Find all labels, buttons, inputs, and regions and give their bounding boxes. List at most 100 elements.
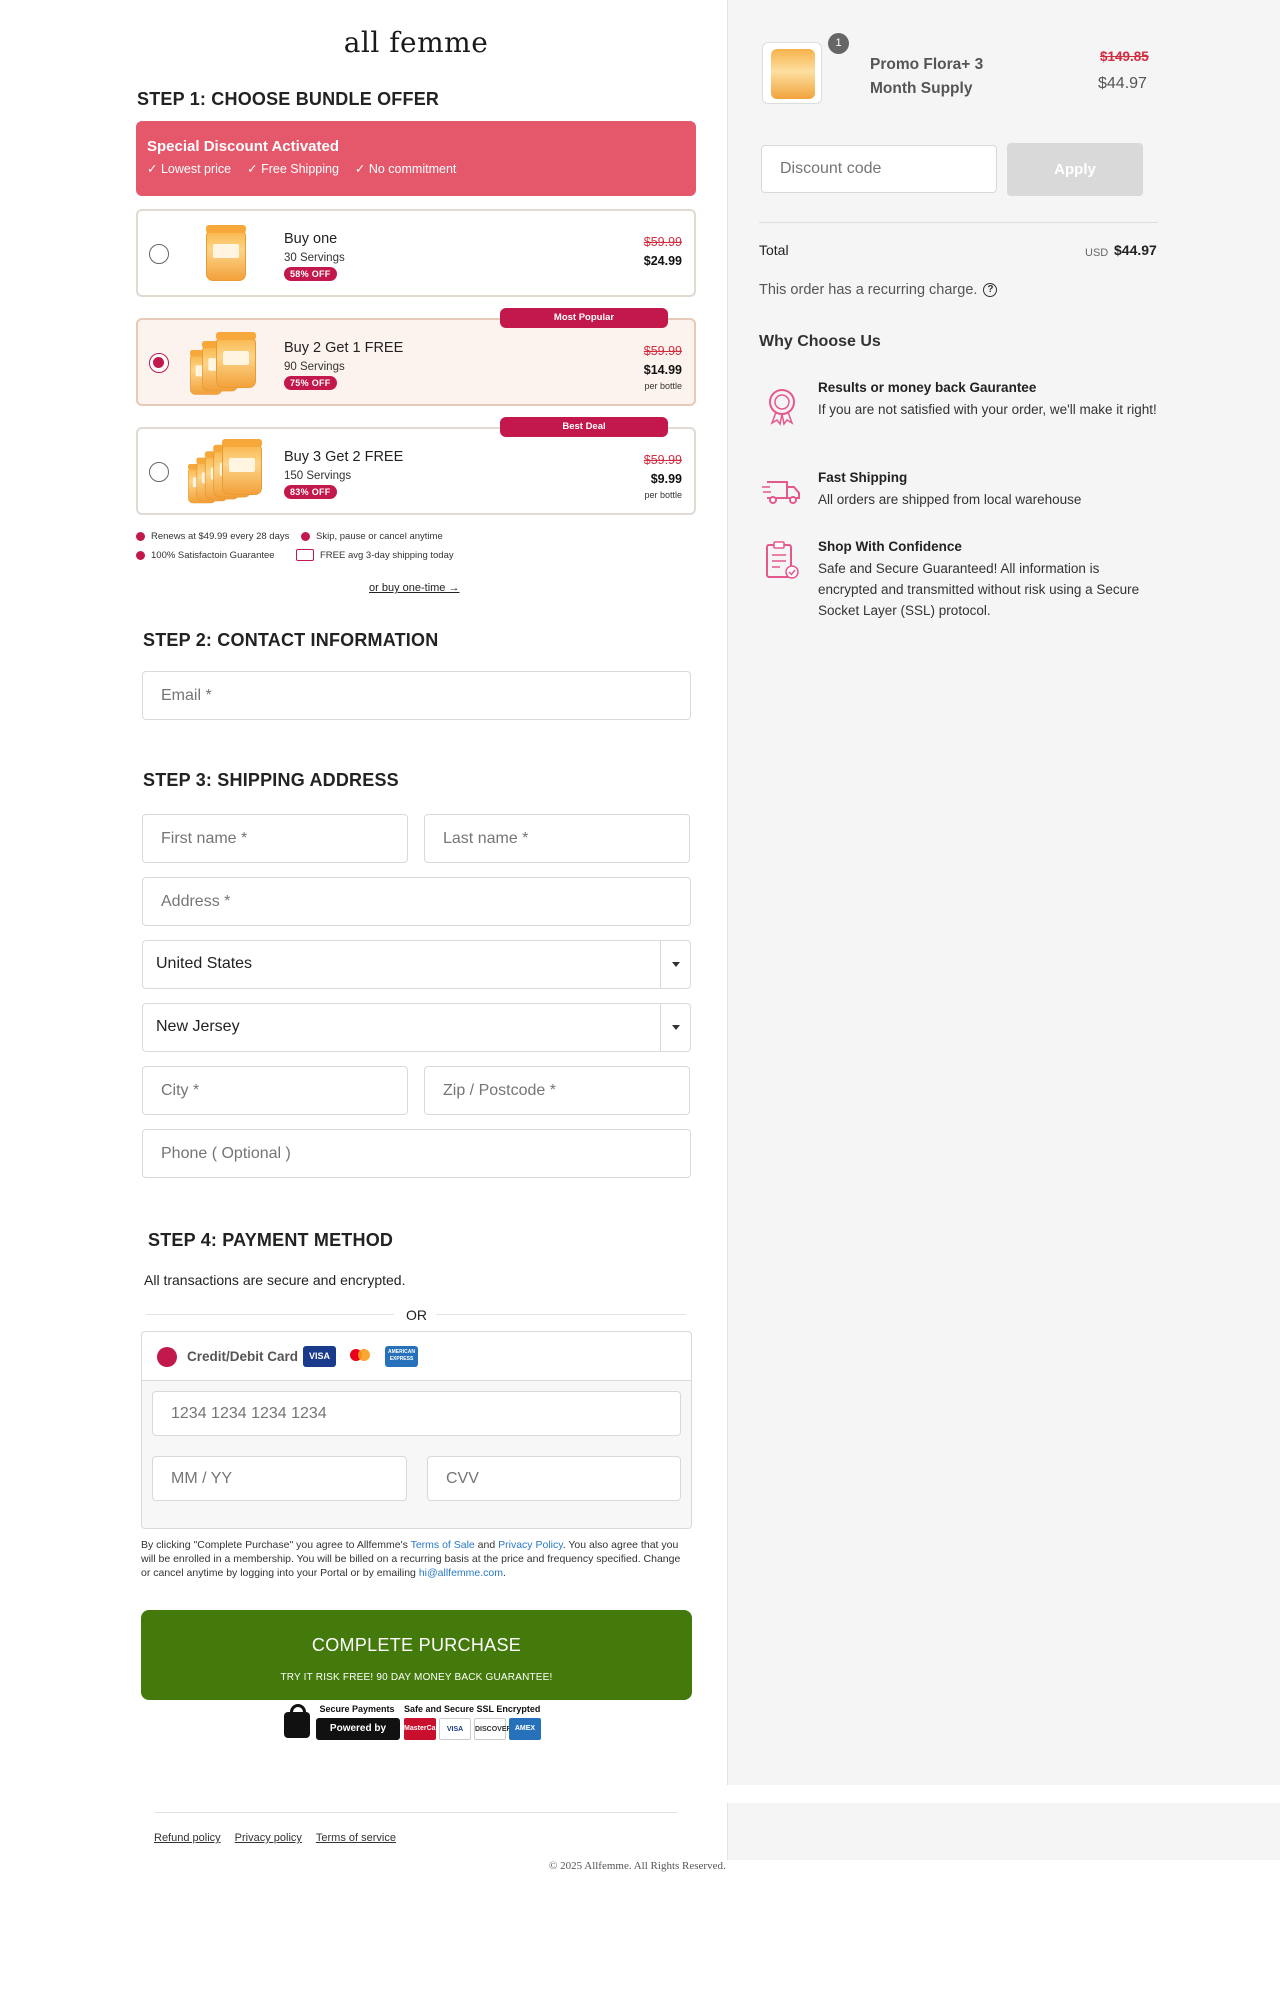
offer-radio-selected[interactable] (149, 353, 169, 373)
offer-price: $24.99 (643, 254, 682, 268)
city-field[interactable] (142, 1066, 408, 1115)
feature-desc: Safe and Secure Guaranteed! All informat… (818, 561, 1140, 618)
or-text: OR (406, 1307, 427, 1323)
support-email-link[interactable]: hi@allfemme.com (419, 1567, 503, 1579)
payment-radio-selected[interactable] (157, 1347, 177, 1367)
amex-badge: AMEX (509, 1718, 541, 1740)
address-field[interactable] (142, 877, 691, 926)
perk-text: 100% Satisfactoin Guarantee (151, 550, 275, 561)
perk-shipping: FREE avg 3-day shipping today (296, 549, 454, 561)
offer-radio[interactable] (149, 244, 169, 264)
legal-text: By clicking "Complete Purchase" you agre… (141, 1538, 689, 1580)
expiry-field[interactable] (152, 1456, 407, 1501)
amex-icon: AMERICAN EXPRESS (385, 1346, 418, 1367)
address-input[interactable] (143, 878, 690, 925)
chevron-down-icon[interactable] (660, 1004, 690, 1051)
feature-title: Results or money back Gaurantee (818, 380, 1037, 395)
country-value: United States (156, 955, 253, 972)
recurring-text: This order has a recurring charge. (759, 282, 978, 298)
offer-servings: 150 Servings (284, 470, 352, 482)
perk-skip: Skip, pause or cancel anytime (301, 531, 443, 542)
check-icon (301, 532, 310, 541)
product-image (186, 328, 266, 396)
offer-per-bottle: per bottle (644, 490, 682, 500)
legal-part: and (474, 1539, 499, 1551)
last-name-field[interactable] (424, 814, 690, 863)
cvv-field[interactable] (427, 1456, 681, 1501)
or-divider: OR (146, 1307, 686, 1323)
ssl-text: Safe and Secure SSL Encrypted (404, 1704, 541, 1714)
bundle-offer-buy-3-get-2[interactable]: Buy 3 Get 2 FREE 150 Servings 83% OFF $5… (136, 427, 696, 515)
privacy-policy-link[interactable]: Privacy Policy (498, 1539, 563, 1551)
summary-old-price: $149.85 (1100, 49, 1149, 64)
payment-method-label: Credit/Debit Card (187, 1349, 299, 1364)
feature-title: Shop With Confidence (818, 539, 962, 554)
phone-field[interactable] (142, 1129, 691, 1178)
cvv-input[interactable] (428, 1457, 680, 1500)
expiry-input[interactable] (153, 1457, 406, 1500)
secure-payment-badges: Secure Payments Safe and Secure SSL Encr… (284, 1704, 550, 1756)
stripe-badge: Powered by stripe (316, 1718, 400, 1756)
card-number-field[interactable] (152, 1391, 681, 1436)
delivery-truck-icon (762, 481, 800, 504)
last-name-input[interactable] (425, 815, 689, 862)
copyright: © 2025 Allfemme. All Rights Reserved. (549, 1860, 726, 1872)
award-ribbon-icon (769, 389, 795, 426)
step1-title: STEP 1: CHOOSE BUNDLE OFFER (137, 89, 440, 109)
why-choose-us-title: Why Choose Us (759, 333, 881, 350)
check-icon (136, 532, 145, 541)
apply-discount-button[interactable]: Apply (1007, 143, 1143, 196)
bundle-offer-buy-one[interactable]: Buy one 30 Servings 58% OFF $59.99 $24.9… (136, 209, 696, 297)
state-value: New Jersey (156, 1018, 240, 1035)
payment-method-card[interactable]: Credit/Debit Card VISA AMERICAN EXPRESS (141, 1331, 692, 1381)
recurring-note: This order has a recurring charge. ? (759, 282, 998, 298)
feature-desc: If you are not satisfied with your order… (818, 402, 1157, 417)
bundle-offer-buy-2-get-1[interactable]: Buy 2 Get 1 FREE 90 Servings 75% OFF $59… (136, 318, 696, 406)
secure-payments-text: Secure Payments (319, 1704, 395, 1714)
purchase-label: COMPLETE PURCHASE (311, 1635, 522, 1655)
feature-title: Fast Shipping (818, 470, 908, 485)
legal-part: . (503, 1567, 506, 1579)
total-currency: USD (1085, 247, 1109, 259)
banner-item: ✓ Lowest price (147, 162, 232, 176)
zip-field[interactable] (424, 1066, 690, 1115)
terms-of-service-link[interactable]: Terms of service (316, 1832, 396, 1844)
discount-code-input[interactable] (762, 146, 996, 192)
step4-title: STEP 4: PAYMENT METHOD (148, 1230, 394, 1250)
chevron-down-icon[interactable] (660, 941, 690, 988)
discount-code-field[interactable] (761, 145, 997, 193)
offer-price: $9.99 (650, 472, 682, 486)
first-name-field[interactable] (142, 814, 408, 863)
offer-old-price: $59.99 (643, 344, 682, 358)
card-number-input[interactable] (153, 1392, 680, 1435)
product-image (186, 437, 266, 505)
lock-icon (284, 1704, 310, 1738)
check-icon (136, 551, 145, 560)
city-input[interactable] (143, 1067, 407, 1114)
step2-title: STEP 2: CONTACT INFORMATION (143, 630, 439, 650)
phone-input[interactable] (143, 1130, 690, 1177)
offer-name: Buy 3 Get 2 FREE (284, 449, 404, 465)
country-select[interactable]: United States (142, 940, 691, 989)
email-field[interactable] (142, 671, 691, 720)
offer-name: Buy one (284, 231, 338, 247)
terms-of-sale-link[interactable]: Terms of Sale (411, 1539, 475, 1551)
most-popular-tag: Most Popular (500, 308, 668, 328)
total-value: $44.97 (1114, 242, 1157, 258)
offer-price: $14.99 (643, 363, 682, 377)
state-select[interactable]: New Jersey (142, 1003, 691, 1052)
visa-icon: VISA (303, 1346, 336, 1367)
email-input[interactable] (143, 672, 690, 719)
complete-purchase-button[interactable]: COMPLETE PURCHASE TRY IT RISK FREE! 90 D… (141, 1610, 692, 1700)
zip-input[interactable] (425, 1067, 689, 1114)
offer-radio[interactable] (149, 462, 169, 482)
visa-badge: VISA (439, 1718, 471, 1740)
buy-one-time-link[interactable]: or buy one-time → (369, 582, 459, 594)
privacy-policy-footer-link[interactable]: Privacy policy (235, 1832, 302, 1844)
first-name-input[interactable] (143, 815, 407, 862)
brand-logo[interactable]: all femme (0, 26, 832, 59)
discover-badge: DISCOVER (474, 1718, 512, 1740)
help-icon[interactable]: ? (983, 283, 998, 297)
banner-item: ✓ Free Shipping (247, 162, 339, 176)
refund-policy-link[interactable]: Refund policy (154, 1832, 221, 1844)
